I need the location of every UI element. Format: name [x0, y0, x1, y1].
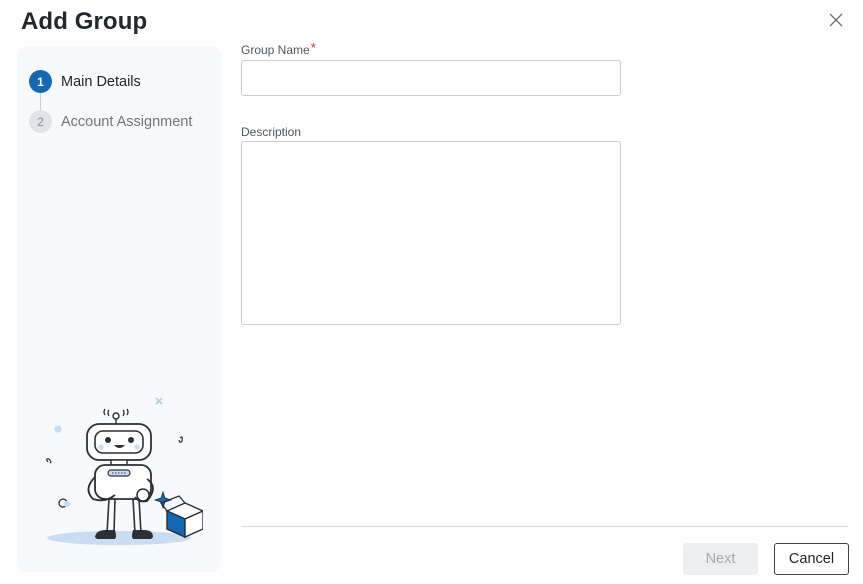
group-name-label-text: Group Name	[241, 43, 310, 57]
close-button[interactable]	[826, 10, 846, 30]
group-name-input[interactable]	[241, 60, 621, 96]
step-main-details[interactable]: 1 Main Details	[29, 70, 141, 93]
cancel-button[interactable]: Cancel	[774, 543, 849, 575]
stepper-panel: 1 Main Details 2 Account Assignment	[17, 46, 221, 572]
group-name-label: Group Name*	[241, 40, 316, 57]
robot-illustration	[46, 397, 203, 545]
step-number: 1	[29, 70, 52, 93]
step-label: Account Assignment	[61, 113, 193, 130]
step-account-assignment[interactable]: 2 Account Assignment	[29, 110, 192, 133]
footer-divider	[241, 526, 848, 527]
required-marker: *	[310, 40, 316, 55]
step-number: 2	[29, 110, 52, 133]
close-icon	[829, 13, 843, 27]
dialog-title: Add Group	[21, 8, 148, 35]
description-label: Description	[241, 125, 302, 139]
step-label: Main Details	[61, 73, 141, 90]
next-button[interactable]: Next	[683, 543, 758, 575]
description-textarea[interactable]	[241, 141, 621, 325]
